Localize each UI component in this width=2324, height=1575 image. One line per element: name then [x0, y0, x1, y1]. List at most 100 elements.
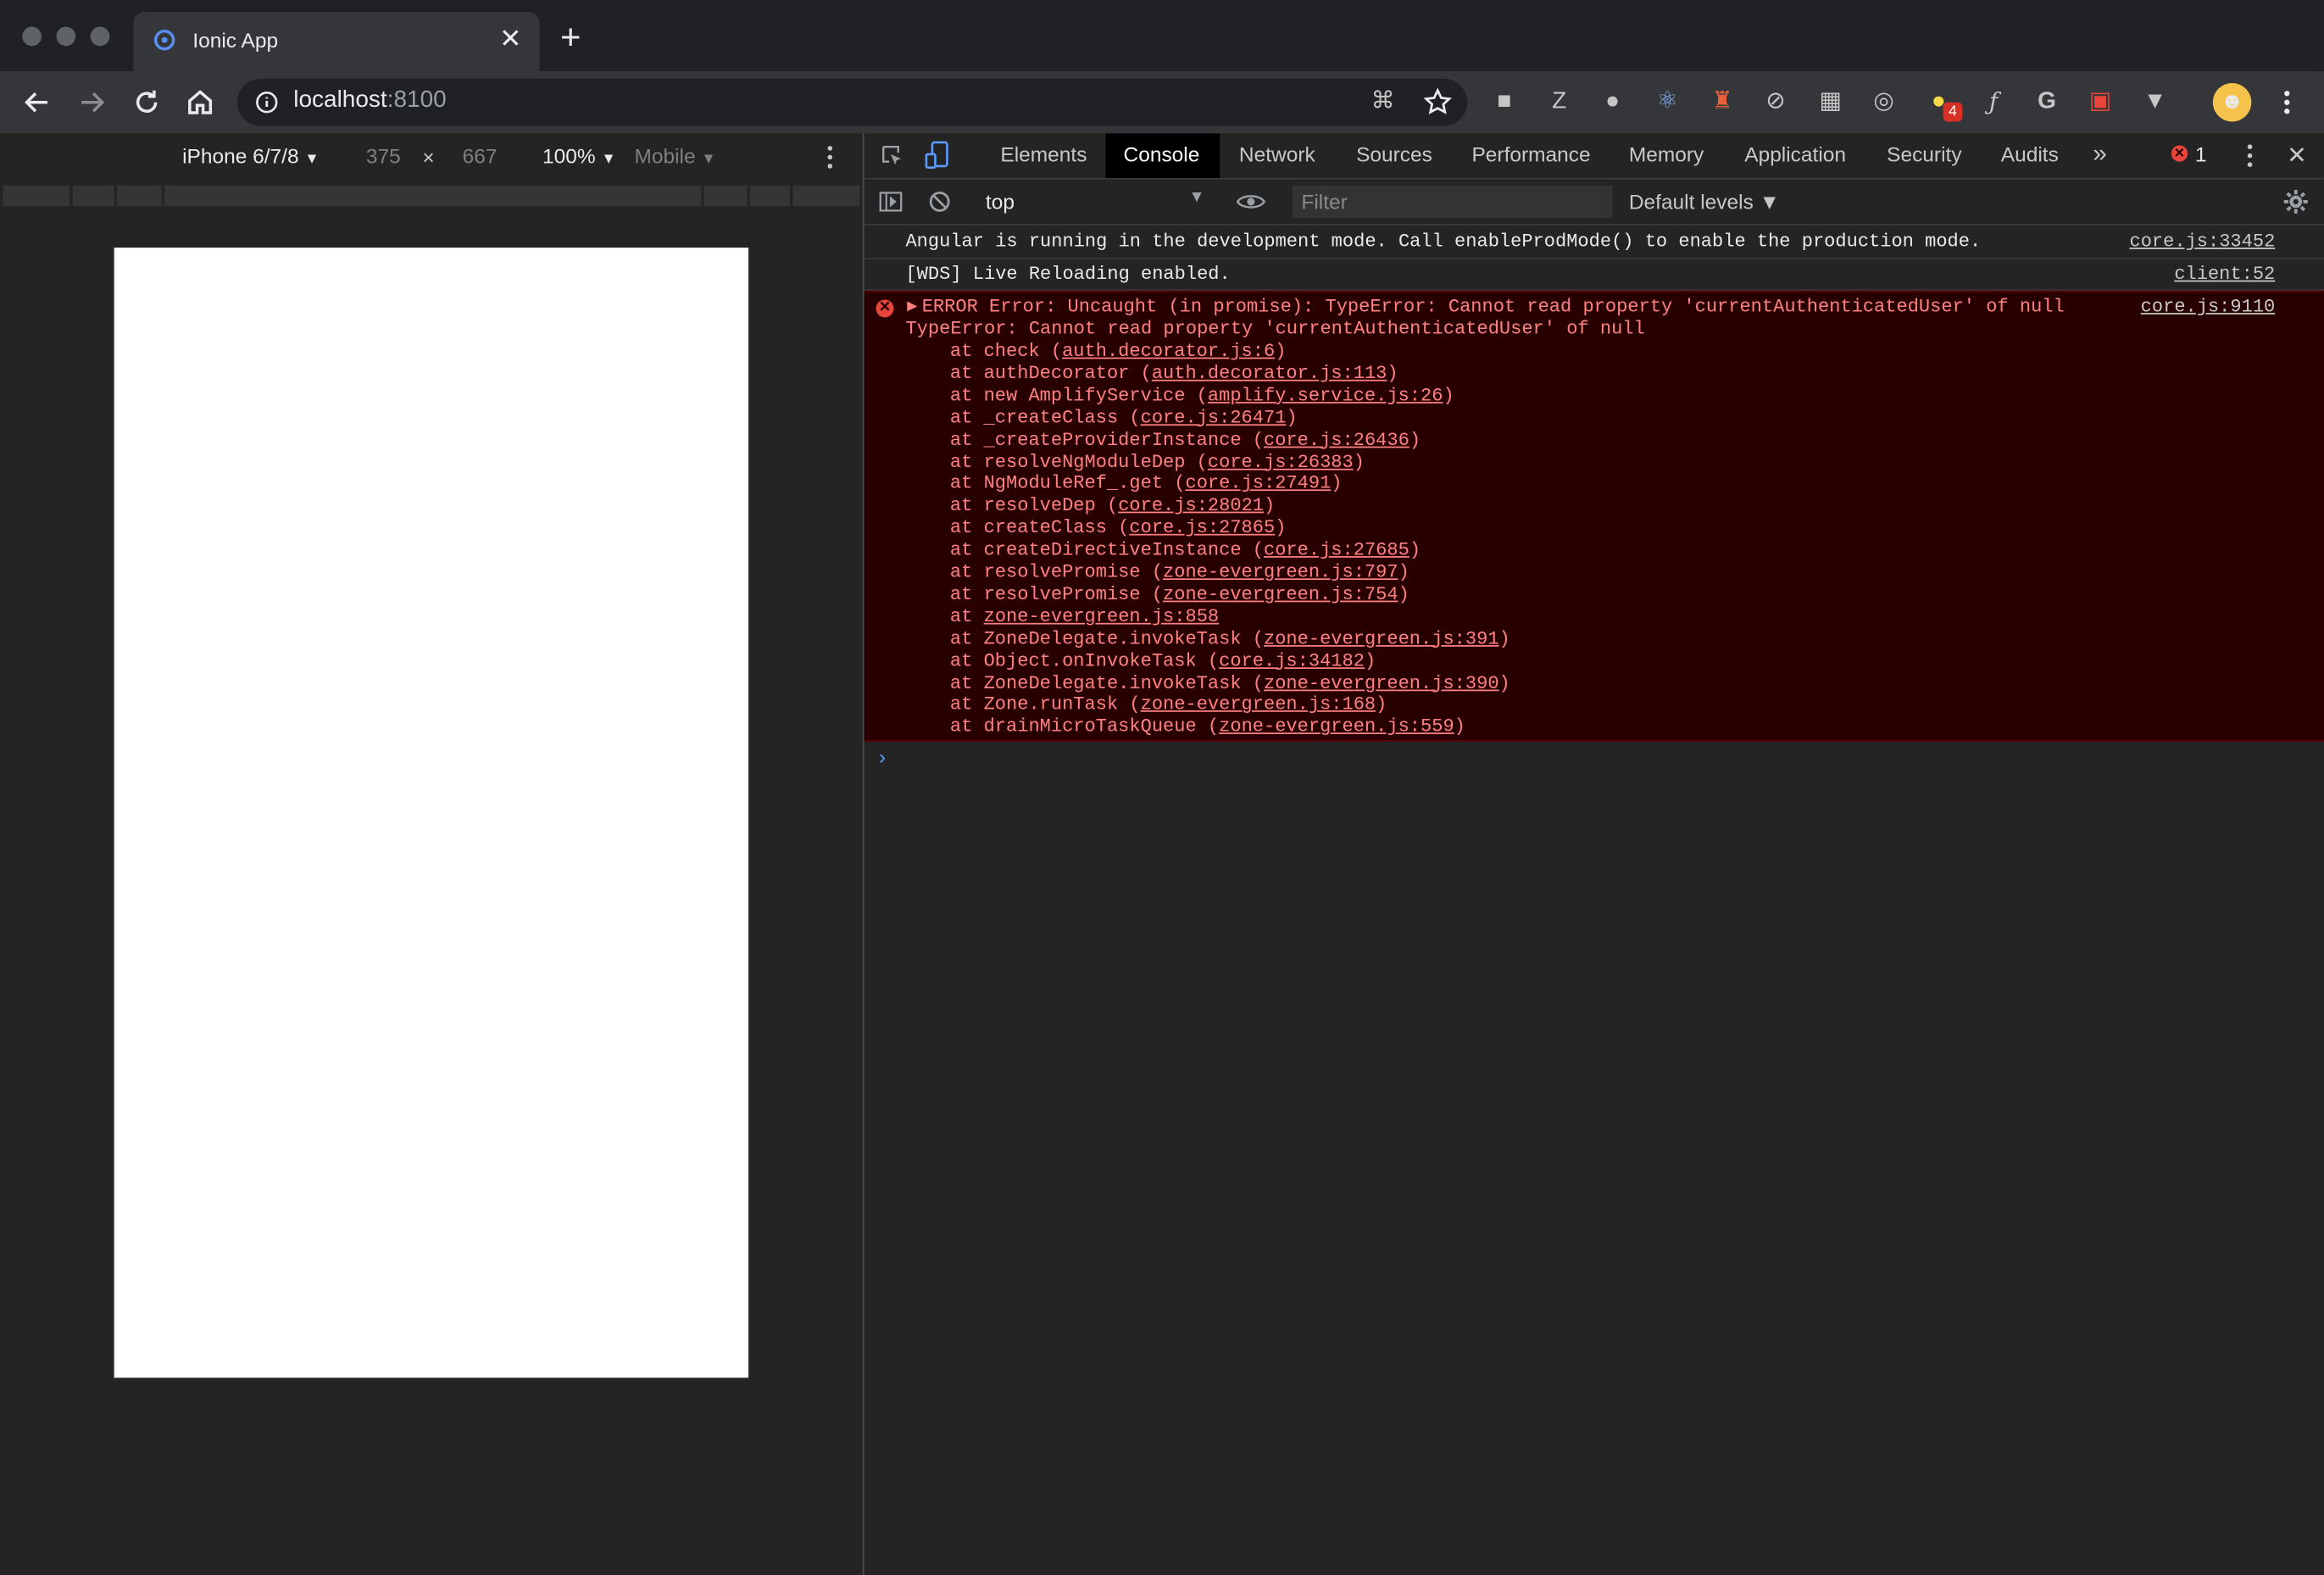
block-extension-icon[interactable]: ⊘: [1760, 86, 1792, 118]
tab-sources[interactable]: Sources: [1356, 142, 1432, 166]
target-extension-icon[interactable]: ◎: [1867, 86, 1899, 118]
stack-frame-link[interactable]: amplify.service.js:26: [1208, 386, 1443, 406]
stack-frame-link[interactable]: zone-evergreen.js:168: [1141, 694, 1376, 715]
tab-network[interactable]: Network: [1239, 142, 1315, 166]
error-count-icon[interactable]: ✕: [2171, 145, 2188, 162]
camera-extension-icon[interactable]: ■: [1488, 86, 1521, 118]
stack-frame-function: at _createClass (: [949, 407, 1141, 429]
context-select[interactable]: top: [986, 190, 1015, 214]
stack-frame: at createClass (core.js:27865): [949, 517, 1287, 539]
stack-frame-link[interactable]: zone-evergreen.js:390: [1264, 672, 1499, 693]
tab-application[interactable]: Application: [1744, 142, 1846, 166]
stack-frame-link[interactable]: core.js:34182: [1219, 650, 1365, 671]
stack-frame: at _createProviderInstance (core.js:2643…: [949, 429, 1421, 451]
tab-close-icon[interactable]: ✕: [499, 24, 521, 53]
stack-frame-function: at resolvePromise (: [949, 562, 1164, 583]
inspect-element-icon[interactable]: [881, 144, 904, 168]
stack-frame-link[interactable]: auth.decorator.js:6: [1062, 341, 1275, 361]
device-select[interactable]: iPhone 6/7/8 ▼: [182, 144, 320, 168]
qr-code-icon[interactable]: ▦: [1814, 86, 1846, 118]
source-link[interactable]: client:52: [2174, 264, 2275, 284]
vue-devtools-icon[interactable]: ▼: [2138, 86, 2171, 118]
throttle-select[interactable]: Mobile ▼: [634, 144, 715, 168]
tab-elements[interactable]: Elements: [1000, 142, 1087, 166]
tab-audits[interactable]: Audits: [2001, 142, 2059, 166]
stack-frame-link[interactable]: core.js:26436: [1264, 430, 1409, 450]
clear-console-icon[interactable]: [928, 190, 952, 214]
function-extension-icon[interactable]: ƒ: [1977, 86, 2010, 118]
maximize-window-icon[interactable]: [90, 26, 110, 47]
stack-frame-link[interactable]: core.js:27491: [1185, 474, 1331, 494]
stack-frame: at resolveDep (core.js:28021): [949, 495, 1276, 517]
stack-frame-link[interactable]: zone-evergreen.js:391: [1264, 628, 1499, 648]
console-filter-input[interactable]: [1292, 185, 1613, 219]
home-icon[interactable]: [182, 85, 218, 120]
stack-frame-link[interactable]: core.js:28021: [1118, 496, 1264, 516]
log-message: Angular is running in the development mo…: [864, 225, 2324, 260]
new-tab-icon[interactable]: +: [560, 20, 581, 56]
react-devtools-icon[interactable]: ⚛: [1651, 86, 1683, 118]
device-options-icon[interactable]: [823, 144, 837, 170]
bookmark-star-icon[interactable]: [1421, 86, 1454, 118]
profile-avatar[interactable]: ☻: [2212, 82, 2252, 122]
error-source-link[interactable]: core.js:9110: [2141, 297, 2276, 317]
stack-frame-link[interactable]: core.js:26383: [1208, 452, 1354, 472]
chrome-menu-icon[interactable]: [2277, 87, 2297, 117]
console-prompt-icon[interactable]: ›: [879, 744, 886, 768]
stack-frame-function: at _createProviderInstance (: [949, 429, 1265, 451]
back-arrow-icon[interactable]: [19, 85, 55, 120]
device-width-input[interactable]: 375: [366, 144, 401, 168]
error-detail: TypeError: Cannot read property 'current…: [905, 319, 1645, 340]
media-query-ruler[interactable]: [0, 181, 863, 211]
stack-frame-link[interactable]: zone-evergreen.js:754: [1163, 584, 1398, 604]
browser-toolbar: localhost:8100 ⌘ ■ Z ● ⚛ ♜ ⊘ ▦ ◎ ● 4 ƒ G…: [0, 70, 2324, 134]
stack-frame: at resolveNgModuleDep (core.js:26383): [949, 451, 1365, 473]
console-settings-gear-icon[interactable]: [2282, 188, 2309, 214]
tab-memory[interactable]: Memory: [1629, 142, 1704, 166]
app-viewport[interactable]: [114, 248, 749, 1378]
stack-frame-function: at resolveDep (: [949, 495, 1119, 517]
expand-caret-icon[interactable]: ▶: [907, 298, 917, 314]
address-bar[interactable]: localhost:8100 ⌘: [236, 78, 1468, 126]
stack-frame-link[interactable]: zone-evergreen.js:797: [1163, 562, 1398, 582]
tab-console[interactable]: Console: [1124, 142, 1200, 166]
reload-icon[interactable]: [129, 85, 164, 120]
device-toggle-icon[interactable]: [925, 141, 951, 170]
stack-frame-link[interactable]: core.js:27865: [1129, 518, 1275, 538]
ionic-favicon-icon: [153, 29, 175, 51]
stack-frame-link[interactable]: auth.decorator.js:113: [1152, 363, 1387, 383]
close-window-icon[interactable]: [22, 26, 42, 47]
calendar-extension-icon[interactable]: ▣: [2084, 86, 2116, 118]
error-count[interactable]: 1: [2195, 142, 2207, 166]
translate-icon[interactable]: ⌘: [1366, 86, 1398, 118]
tab-performance[interactable]: Performance: [1471, 142, 1590, 166]
tab-security[interactable]: Security: [1887, 142, 1961, 166]
e-extension-icon[interactable]: ●: [1596, 86, 1628, 118]
log-levels-select[interactable]: Default levels ▼: [1629, 190, 1780, 214]
stack-frame-link[interactable]: zone-evergreen.js:559: [1219, 717, 1454, 737]
stack-frame: at resolvePromise (zone-evergreen.js:754…: [949, 584, 1409, 605]
device-height-input[interactable]: 667: [463, 144, 498, 168]
stack-frame-link[interactable]: core.js:27685: [1264, 540, 1409, 560]
context-dropdown-icon[interactable]: ▼: [1188, 188, 1204, 206]
console-output[interactable]: Angular is running in the development mo…: [864, 225, 2324, 1575]
live-expression-eye-icon[interactable]: [1236, 192, 1266, 212]
browser-tab[interactable]: Ionic App ✕: [133, 11, 540, 71]
devtools-menu-icon[interactable]: [2243, 142, 2257, 169]
sidebar-toggle-icon[interactable]: [879, 190, 903, 214]
source-link[interactable]: core.js:33452: [2129, 231, 2275, 252]
zoom-select[interactable]: 100% ▼: [542, 144, 616, 168]
stack-frame: at Object.onInvokeTask (core.js:34182): [949, 650, 1376, 671]
lighthouse-icon[interactable]: ♜: [1706, 86, 1738, 118]
forward-arrow-icon[interactable]: [74, 85, 109, 120]
close-devtools-icon[interactable]: ✕: [2287, 141, 2306, 170]
minimize-window-icon[interactable]: [56, 26, 76, 47]
google-extension-icon[interactable]: G: [2031, 86, 2063, 118]
stack-frame-function: at ZoneDelegate.invokeTask (: [949, 628, 1265, 649]
z-extension-icon[interactable]: Z: [1543, 86, 1575, 118]
more-tabs-icon[interactable]: »: [2093, 139, 2107, 169]
dimension-separator: ×: [422, 145, 435, 170]
site-info-icon[interactable]: [255, 91, 279, 114]
stack-frame-link[interactable]: zone-evergreen.js:858: [984, 606, 1220, 626]
stack-frame-link[interactable]: core.js:26471: [1141, 408, 1287, 428]
